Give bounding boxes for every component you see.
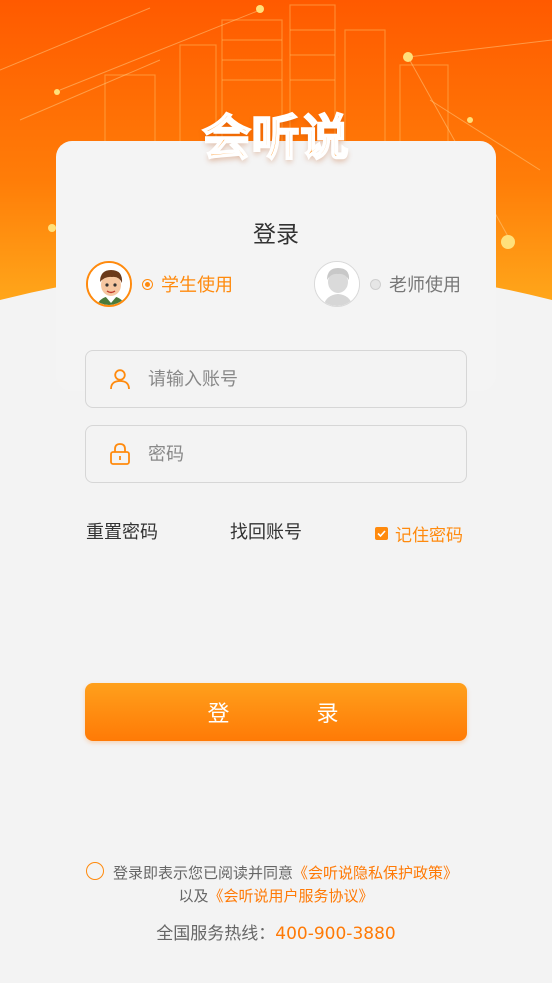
recover-account-link[interactable]: 找回账号 <box>230 518 302 544</box>
check-icon <box>377 530 386 538</box>
agreement-prefix: 登录即表示您已阅读并同意 <box>113 864 294 882</box>
agreement-line-2: 以及《会听说用户服务协议》 <box>86 885 466 906</box>
agreement-line-1: 登录即表示您已阅读并同意《会听说隐私保护政策》 <box>113 862 493 883</box>
service-hotline: 全国服务热线：400-900-3880 <box>0 919 552 944</box>
login-title: 登录 <box>253 222 299 248</box>
login-button[interactable]: 登 录 <box>85 683 467 741</box>
privacy-policy-link[interactable]: 《会听说隐私保护政策》 <box>293 864 458 882</box>
teacher-role-label: 老师使用 <box>389 275 461 296</box>
password-field[interactable] <box>85 425 467 483</box>
reset-password-link[interactable]: 重置密码 <box>86 518 158 544</box>
account-input[interactable] <box>146 367 450 391</box>
account-field[interactable] <box>85 350 467 408</box>
app-logo: 会听说 <box>201 109 350 167</box>
agreement-radio[interactable] <box>86 862 104 880</box>
teacher-radio[interactable] <box>370 278 381 290</box>
student-radio[interactable] <box>142 278 153 290</box>
lock-icon <box>108 442 132 466</box>
user-agreement-link[interactable]: 《会听说用户服务协议》 <box>209 887 374 905</box>
student-role-label: 学生使用 <box>161 275 233 296</box>
role-option-student[interactable]: 学生使用 <box>86 261 233 307</box>
agreement-and: 以及 <box>178 887 209 905</box>
user-icon <box>108 367 132 391</box>
hotline-number[interactable]: 400-900-3880 <box>275 924 395 944</box>
remember-password-toggle[interactable]: 记住密码 <box>375 521 463 546</box>
remember-checkbox[interactable] <box>375 527 388 540</box>
hotline-label: 全国服务热线： <box>156 924 276 944</box>
remember-password-label: 记住密码 <box>395 526 463 546</box>
role-option-teacher[interactable]: 老师使用 <box>314 261 461 307</box>
password-input[interactable] <box>146 442 450 466</box>
student-avatar-icon <box>86 261 132 307</box>
teacher-avatar-icon <box>314 261 360 307</box>
